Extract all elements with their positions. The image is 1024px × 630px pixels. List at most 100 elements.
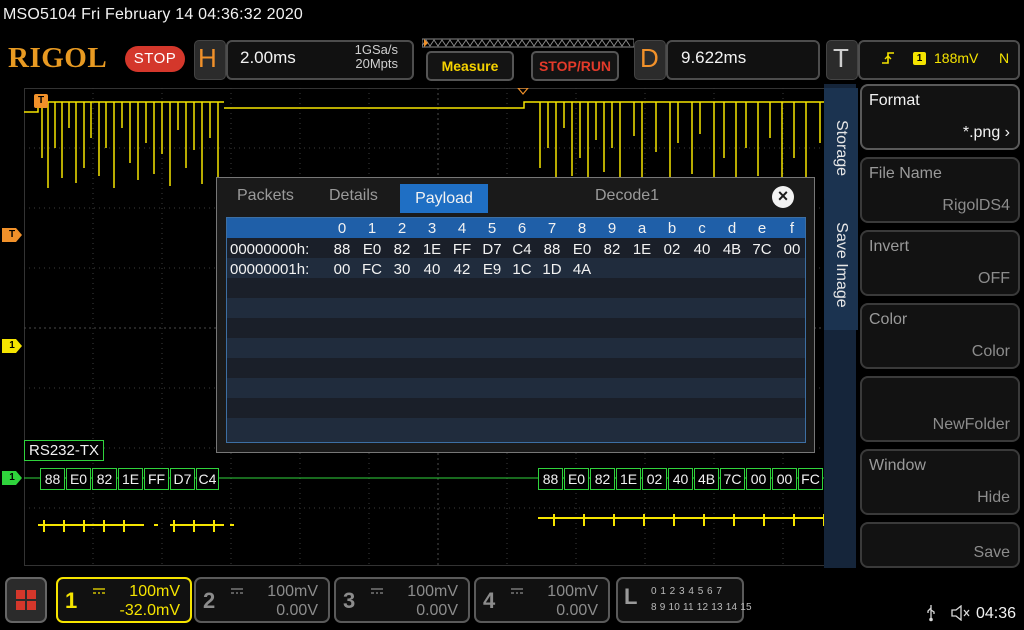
byte-cell: E0: [362, 241, 382, 258]
sound-muted-icon[interactable]: [951, 605, 971, 621]
column-header: 4: [457, 220, 467, 237]
column-header: 8: [577, 220, 587, 237]
new-folder-menu-button[interactable]: NewFolder: [860, 376, 1020, 442]
rigol-logo: RIGOL: [8, 42, 108, 74]
column-header: 1: [367, 220, 377, 237]
bus-byte: C4: [196, 468, 219, 490]
row-bg: [227, 398, 805, 418]
tab-save-image-label: Save Image: [833, 222, 850, 308]
window-menu-button[interactable]: Window Hide: [860, 449, 1020, 515]
bus-byte: 82: [92, 468, 117, 490]
bus-byte: 1E: [118, 468, 143, 490]
channel-1-settings[interactable]: 1 100mV -32.0mV: [56, 577, 192, 623]
logic-channels-row1: 0 1 2 3 4 5 6 7: [651, 586, 723, 597]
logic-channels-row2: 8 9 10 11 12 13 14 15: [651, 602, 752, 613]
tab-payload[interactable]: Payload: [400, 184, 488, 213]
clock: 04:36: [976, 605, 1017, 622]
sample-rate-info: 1GSa/s 20Mpts: [330, 43, 398, 71]
menu-value: *.png ›: [963, 124, 1010, 142]
row-bg: [227, 358, 805, 378]
byte-cell: 40: [693, 241, 711, 258]
trigger-level-marker[interactable]: T: [2, 228, 22, 242]
byte-cell: C4: [512, 241, 532, 258]
byte-cell: 02: [663, 241, 681, 258]
column-header: 5: [487, 220, 497, 237]
tab-details[interactable]: Details: [329, 187, 378, 205]
channel-2-settings[interactable]: 2 100mV 0.00V: [194, 577, 330, 623]
dc-coupling-icon: [511, 588, 523, 594]
trigger-source-badge: 1: [913, 52, 926, 65]
trigger-letter: T: [833, 43, 849, 73]
home-menu-button[interactable]: [5, 577, 47, 623]
run-state-badge[interactable]: STOP: [125, 46, 185, 72]
save-menu-button[interactable]: Save: [860, 522, 1020, 568]
menu-value: Color: [971, 343, 1010, 360]
column-header: b: [667, 220, 677, 237]
grid-menu-icon: [16, 590, 36, 610]
menu-title: Color: [869, 311, 908, 328]
color-menu-button[interactable]: Color Color: [860, 303, 1020, 369]
row-bg: [227, 338, 805, 358]
byte-cell: FC: [362, 261, 382, 278]
bus-byte: 1E: [616, 468, 641, 490]
channel-scale: 100mV: [129, 583, 180, 600]
delay-letter: D: [640, 43, 659, 73]
channel-scale: 100mV: [267, 583, 318, 600]
row-bg: [227, 298, 805, 318]
rising-edge-icon: [882, 52, 894, 64]
bus-byte: 02: [642, 468, 667, 490]
channel-3-settings[interactable]: 3 100mV 0.00V: [334, 577, 470, 623]
byte-cell: 1E: [422, 241, 442, 258]
byte-cell: FF: [452, 241, 472, 258]
column-header: c: [698, 220, 706, 237]
chevron-right-icon: ›: [1000, 124, 1010, 141]
channel-4-settings[interactable]: 4 100mV 0.00V: [474, 577, 610, 623]
logic-letter: L: [624, 584, 638, 609]
channel-offset: -32.0mV: [119, 602, 180, 619]
decode-title: Decode1: [595, 187, 660, 204]
channel-scale: 100mV: [547, 583, 598, 600]
trigger-position-marker[interactable]: T: [34, 94, 48, 108]
menu-title: Window: [869, 457, 926, 474]
column-header: d: [727, 220, 737, 237]
measure-button[interactable]: Measure: [426, 51, 514, 81]
bus-byte: 40: [668, 468, 693, 490]
bus-byte: 4B: [694, 468, 719, 490]
bus-byte: 7C: [720, 468, 745, 490]
menu-value-text: *.png: [962, 124, 1001, 141]
column-header: 3: [427, 220, 437, 237]
column-header: 9: [607, 220, 617, 237]
channel-number: 1: [65, 588, 78, 613]
bus-offset-marker[interactable]: 1: [2, 471, 22, 485]
ch1-offset-marker[interactable]: 1: [2, 339, 22, 353]
byte-cell: 7C: [752, 241, 772, 258]
byte-cell: 88: [333, 241, 351, 258]
format-menu-button[interactable]: Format *.png ›: [860, 84, 1020, 150]
payload-table[interactable]: 0 1 2 3 4 5 6 7 8 9 a b c d e f 00000000h: 88 E0 82 1E FF D7 C…: [226, 217, 806, 443]
byte-cell: 40: [423, 261, 441, 278]
dc-coupling-icon: [231, 588, 243, 594]
device-title: MSO5104 Fri February 14 04:36:32 2020: [3, 6, 304, 23]
tab-save-image[interactable]: Save Image: [824, 200, 858, 330]
usb-icon: [927, 605, 935, 622]
channel-number: 4: [483, 588, 496, 613]
file-name-menu-button[interactable]: File Name RigolDS4: [860, 157, 1020, 223]
sample-rate: 1GSa/s: [354, 42, 398, 57]
row-bg: [227, 318, 805, 338]
column-header: 7: [547, 220, 557, 237]
row-address: 00000001h:: [230, 261, 310, 278]
title-bar: MSO5104 Fri February 14 04:36:32 2020: [0, 0, 1024, 34]
close-icon[interactable]: ×: [772, 186, 794, 208]
row-bg: [227, 418, 805, 442]
row-address: 00000000h:: [230, 241, 310, 258]
tab-packets[interactable]: Packets: [237, 187, 294, 205]
channel-number: 2: [203, 588, 216, 613]
bus-byte: 82: [590, 468, 615, 490]
column-header: 6: [517, 220, 527, 237]
invert-menu-button[interactable]: Invert OFF: [860, 230, 1020, 296]
dc-coupling-icon: [93, 588, 105, 594]
tab-storage[interactable]: Storage: [824, 88, 858, 208]
channel-scale: 100mV: [407, 583, 458, 600]
stop-run-button[interactable]: STOP/RUN: [531, 51, 619, 81]
tab-storage-label: Storage: [833, 119, 850, 177]
